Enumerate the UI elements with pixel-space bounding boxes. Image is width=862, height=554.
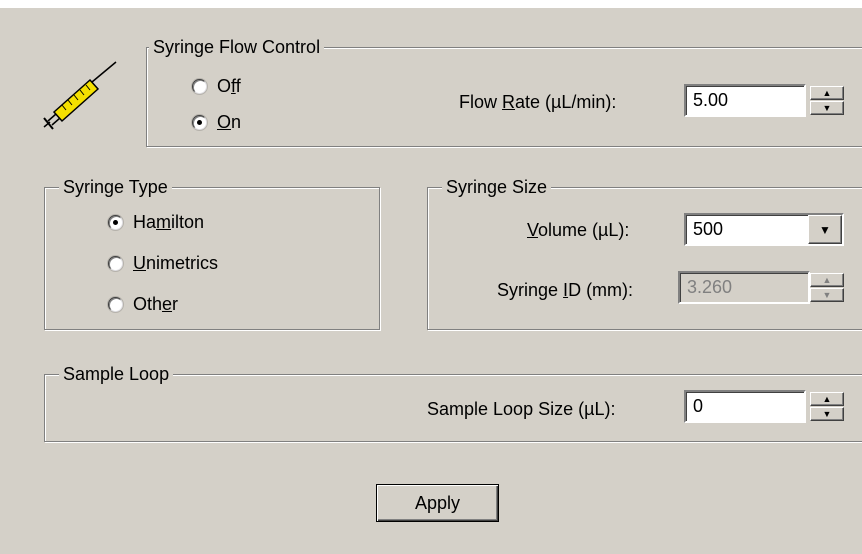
apply-button[interactable]: Apply [376,484,499,522]
unimetrics-label: Unimetrics [133,252,219,273]
syringe-size-group: Syringe Size [427,175,862,330]
spin-down-button[interactable]: ▼ [810,101,844,115]
radio-dot [113,219,118,225]
flow-rate-label: Flow Rate (µL/min): [459,92,617,112]
syringe-type-unimetrics-radio[interactable]: Unimetrics [108,252,218,274]
syringe-type-other-radio[interactable]: Other [108,293,178,315]
syringe-type-legend: Syringe Type [59,175,172,199]
sample-loop-size-input[interactable]: 0 [684,390,806,423]
dropdown-arrow-icon[interactable]: ▼ [808,215,842,244]
sample-loop-legend: Sample Loop [59,362,174,386]
radio-circle [108,296,123,312]
radio-dot [197,119,202,125]
flow-off-label: Off [217,75,241,96]
syringe-type-hamilton-radio[interactable]: Hamilton [108,211,204,233]
spin-up-button: ▲ [810,273,844,287]
other-label: Other [133,293,179,314]
spin-up-button[interactable]: ▲ [810,392,844,406]
sample-loop-spinner[interactable]: ▲ ▼ [810,392,844,421]
syringe-flow-control-legend: Syringe Flow Control [149,35,325,59]
flow-rate-input[interactable]: 5.00 [684,84,806,117]
hamilton-label: Hamilton [133,211,205,232]
radio-circle-checked [108,214,123,230]
flow-off-radio[interactable]: Off [192,75,241,97]
flow-on-radio[interactable]: On [192,111,241,133]
radio-circle [192,78,207,94]
sample-loop-size-label: Sample Loop Size (µL): [427,399,616,419]
volume-label: Volume (µL): [527,220,630,240]
top-edge [0,0,862,8]
syringe-settings-panel: Syringe Flow Control Off On Flow Rate (µ… [0,0,862,554]
spin-down-button[interactable]: ▼ [810,407,844,421]
syringe-id-spinner: ▲ ▼ [810,273,844,302]
syringe-id-label: Syringe ID (mm): [497,280,634,300]
syringe-icon [43,61,117,130]
flow-on-label: On [217,111,242,132]
spin-down-button: ▼ [810,288,844,302]
spin-up-button[interactable]: ▲ [810,86,844,100]
radio-circle [108,255,123,271]
flow-rate-spinner[interactable]: ▲ ▼ [810,86,844,115]
syringe-size-legend: Syringe Size [442,175,552,199]
radio-circle-checked [192,114,207,130]
syringe-id-input: 3.260 [678,271,810,304]
